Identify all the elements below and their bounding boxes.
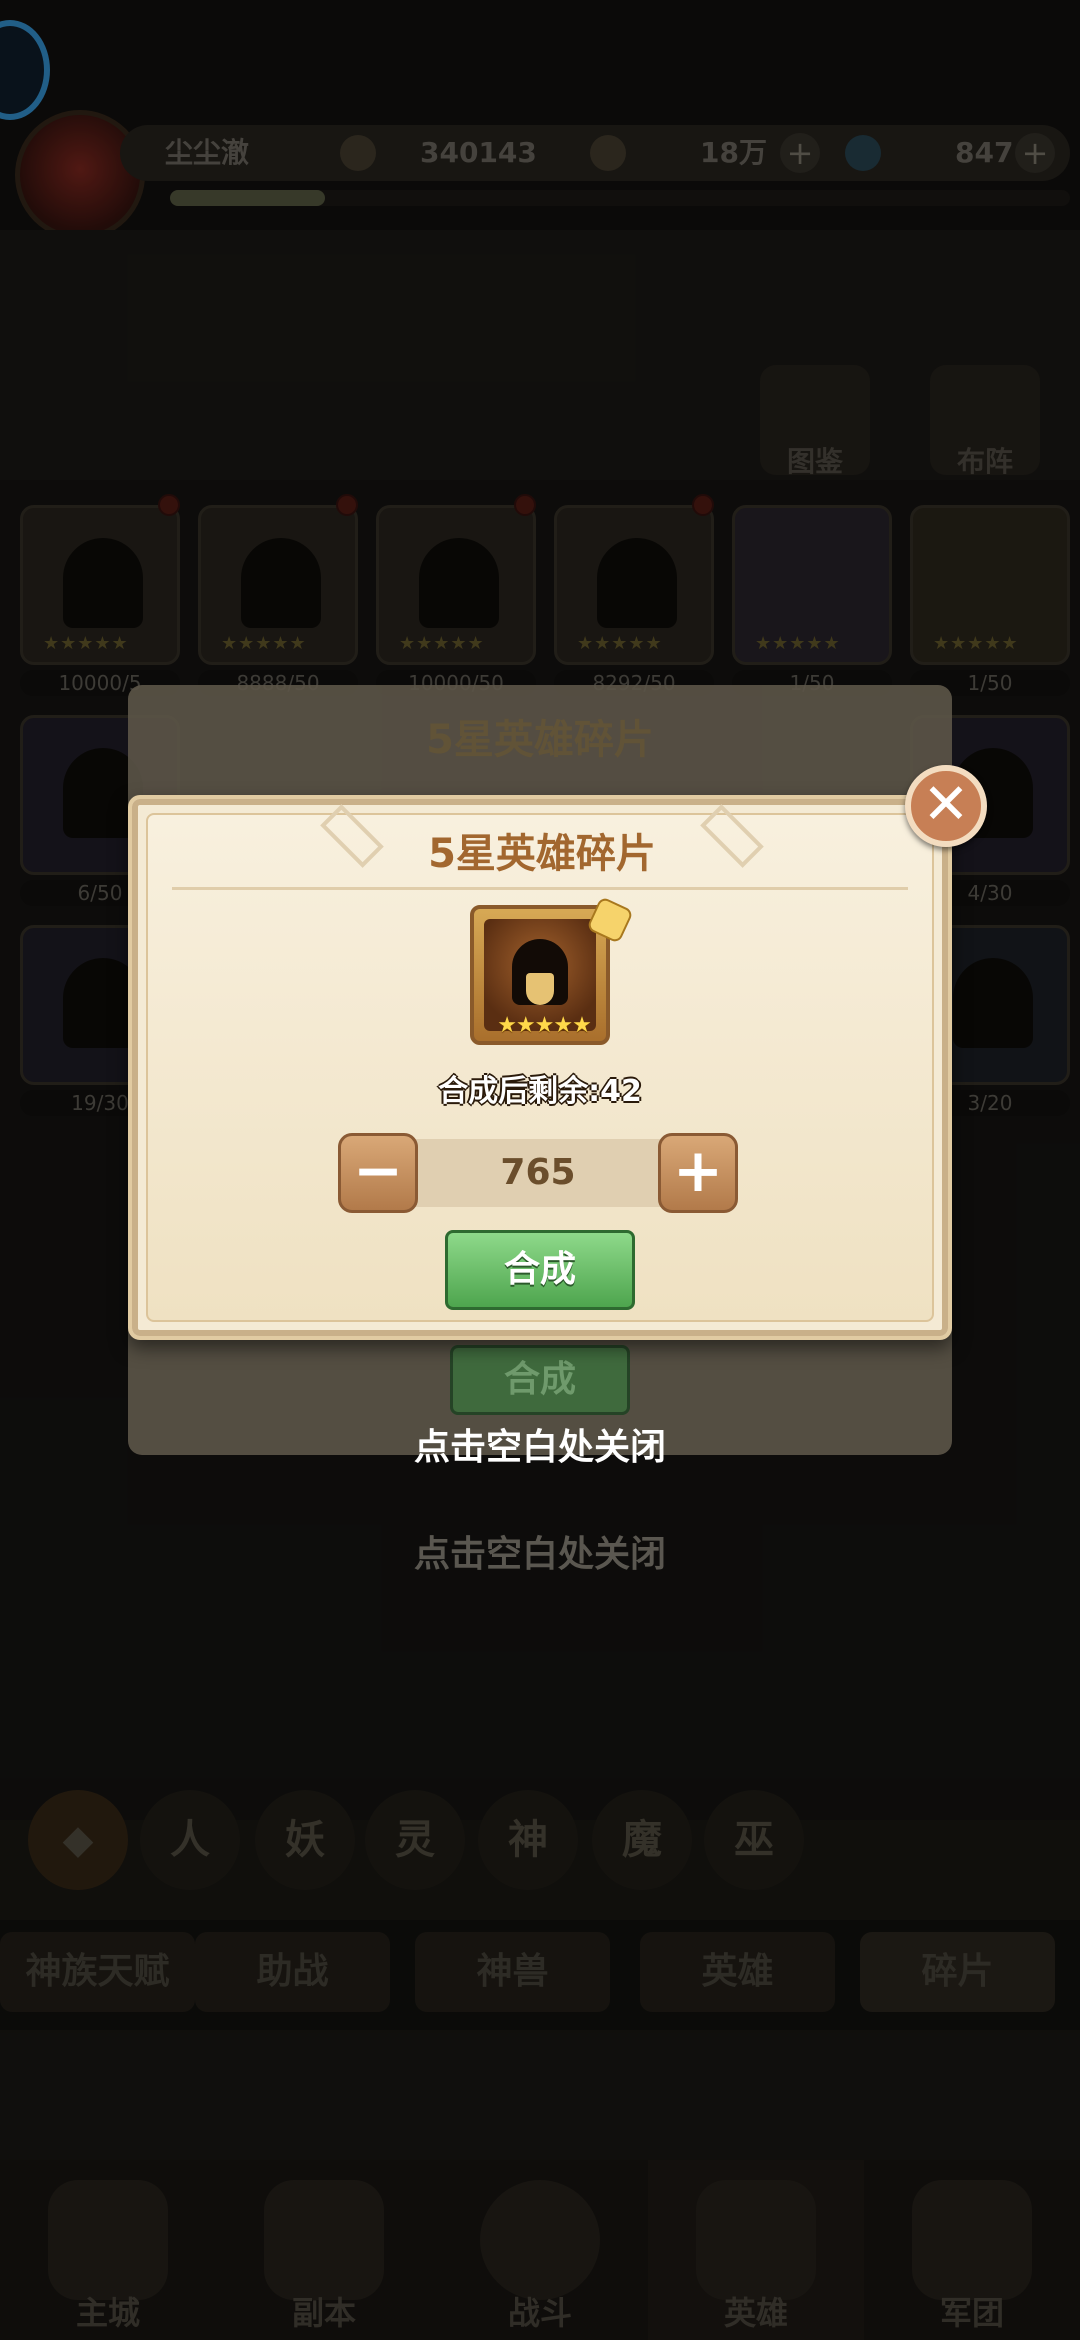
dialog-title: 5星英雄碎片 (428, 831, 656, 877)
title-divider (172, 887, 908, 890)
close-hint[interactable]: 点击空白处关闭 (0, 1418, 1080, 1470)
remaining-after-synthesis: 合成后剩余:42 (438, 1074, 642, 1109)
quantity-stepper: − 765 + (338, 1133, 738, 1213)
close-button[interactable]: ✕ (905, 765, 987, 847)
synthesize-button[interactable]: 合成 (445, 1230, 635, 1310)
back-close-hint: 点击空白处关闭 (413, 1534, 666, 1575)
item-stars: ★★★★★ (497, 1013, 592, 1038)
increase-button[interactable]: + (658, 1133, 738, 1213)
game-screen: 54 尘尘澈 340143 18万 + 847 + 图鉴 布阵 ★★★★★ 10… (0, 0, 1080, 2340)
decrease-button[interactable]: − (338, 1133, 418, 1213)
back-synthesize-button: 合成 (450, 1345, 630, 1415)
back-dialog-title: 5星英雄碎片 (426, 717, 654, 763)
quantity-value[interactable]: 765 (418, 1139, 658, 1207)
